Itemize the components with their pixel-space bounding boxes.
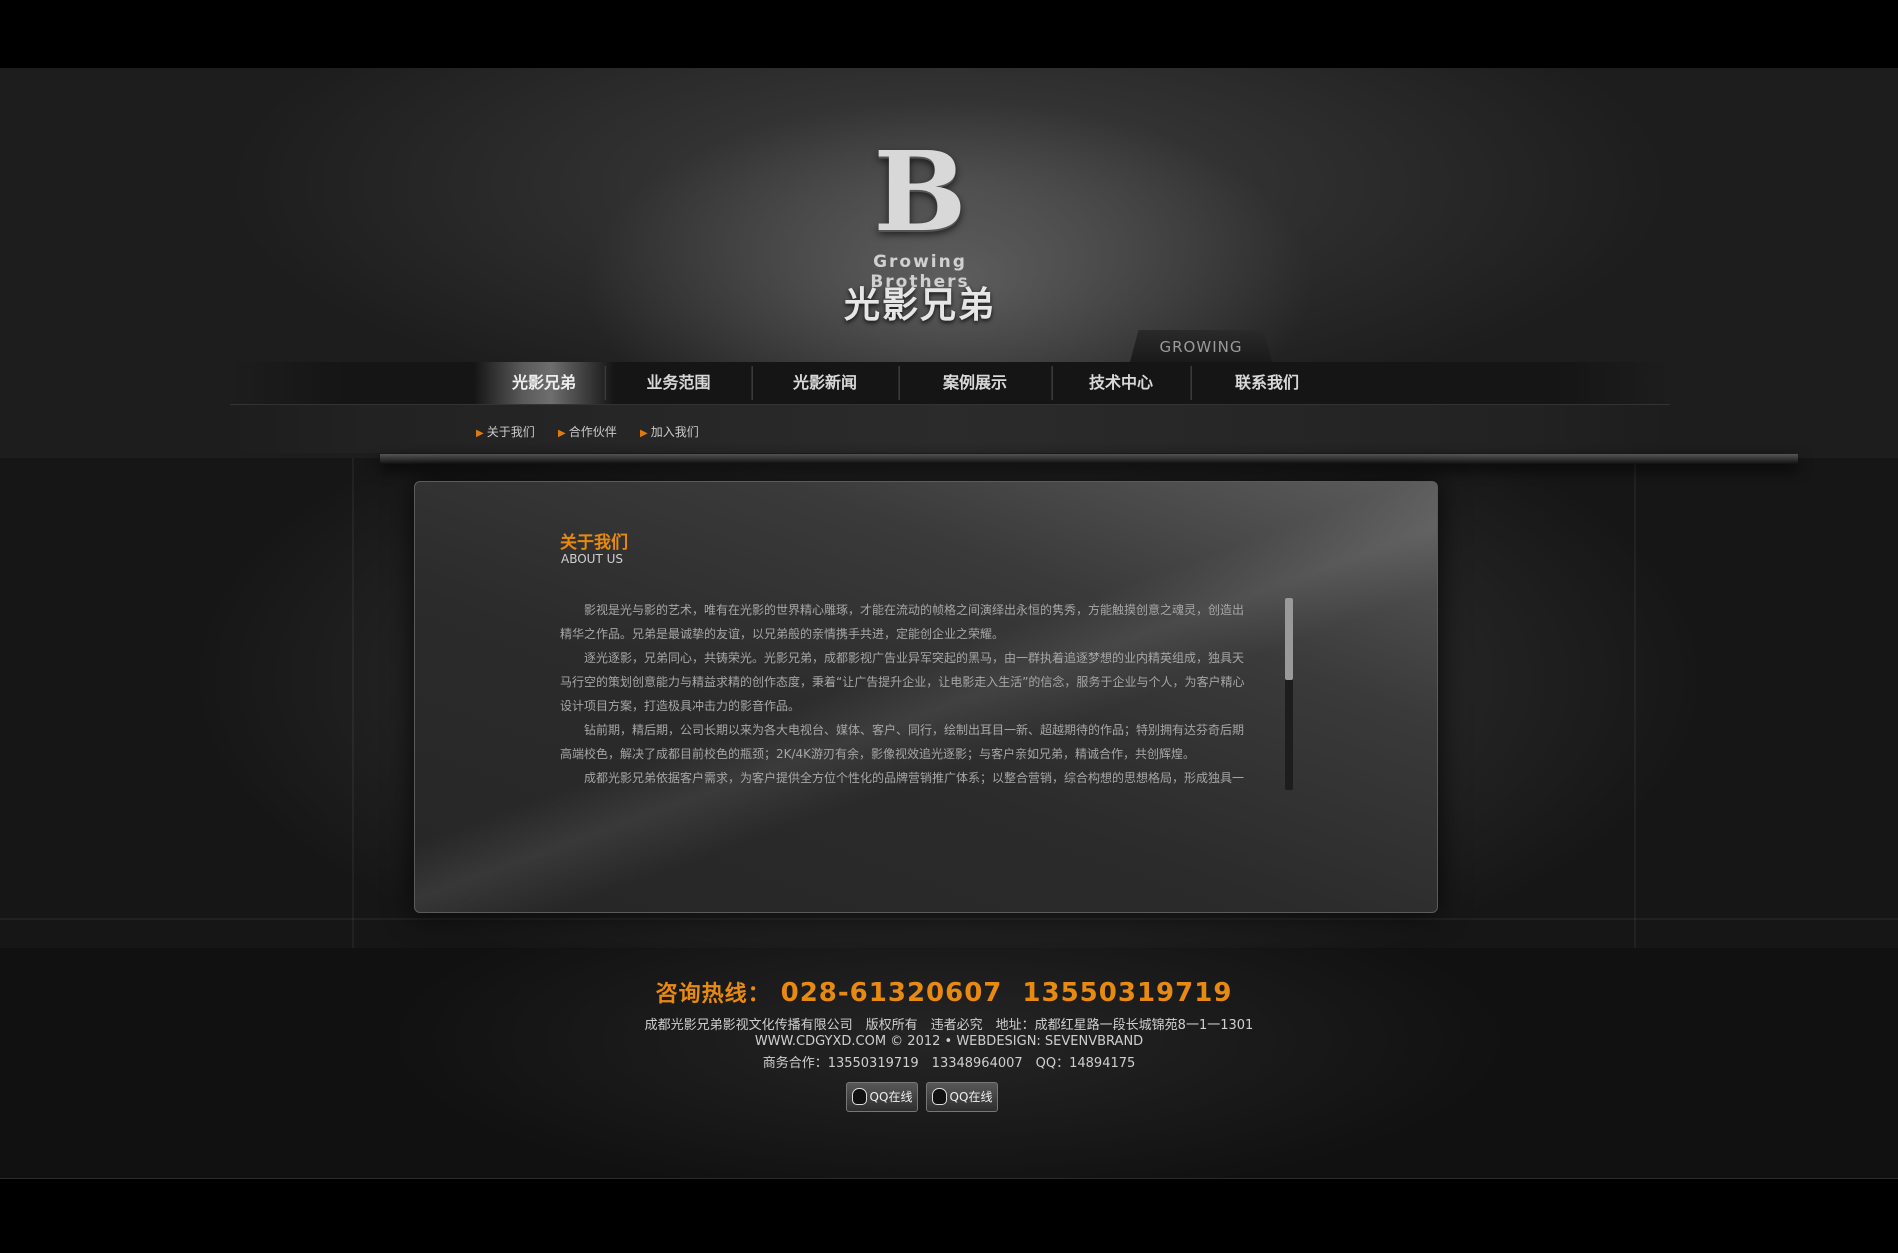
scrollbar-thumb[interactable]	[1285, 598, 1293, 680]
about-paragraph: 钻前期，精后期，公司长期以来为各大电视台、媒体、客户、同行，绘制出耳目一新、超越…	[560, 723, 1245, 761]
nav-item-home[interactable]: 光影兄弟	[474, 362, 614, 404]
footer-business-contact: 商务合作：13550319719 13348964007 QQ：14894175	[762, 1056, 1136, 1071]
footer-site-credit: WWW.CDGYXD.COM © 2012 • WEBDESIGN: SEVEN…	[754, 1034, 1144, 1049]
nav-item-news[interactable]: 光影新闻	[752, 362, 898, 404]
qq-online-button[interactable]: QQ在线	[846, 1082, 918, 1112]
header-shelf	[380, 454, 1798, 464]
wall-line	[1634, 458, 1636, 948]
subnav-item-about[interactable]: ▶ 关于我们	[476, 423, 535, 440]
logo-chinese-name: 光影兄弟	[843, 285, 996, 326]
arrow-right-icon: ▶	[476, 428, 484, 439]
about-paragraph: 成都光影兄弟依据客户需求，为客户提供全方位个性化的品牌营销推广体系；以整合营销，…	[584, 771, 1245, 785]
bottom-black-bar	[0, 1178, 1898, 1253]
hotline-label: 咨询热线：	[655, 982, 771, 1007]
wall-line	[0, 918, 1898, 920]
about-text-scroll-area[interactable]: 影视是光与影的艺术，唯有在光影的世界精心雕琢，才能在流动的帧格之间演绎出永恒的隽…	[560, 598, 1246, 790]
qq-penguin-icon	[851, 1088, 867, 1105]
nav-item-cases[interactable]: 案例展示	[899, 362, 1051, 404]
footer-company-info: 成都光影兄弟影视文化传播有限公司 版权所有 违者必究 地址：成都红星路一段长城锦…	[644, 1018, 1254, 1033]
top-black-bar	[0, 0, 1898, 68]
qq-penguin-icon	[931, 1088, 947, 1105]
nav-item-tech[interactable]: 技术中心	[1052, 362, 1190, 404]
hotline: 咨询热线： 028-61320607 13550319719	[0, 976, 1898, 1008]
logo-monogram: B	[873, 127, 967, 256]
growing-tab: GROWING	[1130, 330, 1272, 362]
section-title: 关于我们	[560, 533, 628, 553]
about-paragraph: 影视是光与影的艺术，唯有在光影的世界精心雕琢，才能在流动的帧格之间演绎出永恒的隽…	[560, 603, 1245, 641]
nav-item-contact[interactable]: 联系我们	[1191, 362, 1343, 404]
about-paragraph: 逐光逐影，兄弟同心，共铸荣光。光影兄弟，成都影视广告业异军突起的黑马，由一群执着…	[560, 651, 1245, 713]
arrow-right-icon: ▶	[640, 428, 648, 439]
nav-separator	[604, 366, 605, 400]
qq-online-button[interactable]: QQ在线	[926, 1082, 998, 1112]
hotline-number: 13550319719	[1022, 978, 1233, 1008]
wall-line	[352, 458, 354, 948]
nav-item-services[interactable]: 业务范围	[606, 362, 751, 404]
section-subtitle: ABOUT US	[561, 552, 624, 566]
site-logo[interactable]: B Growing Brothers 光影兄弟	[830, 127, 1010, 330]
hotline-number: 028-61320607	[780, 978, 1003, 1008]
arrow-right-icon: ▶	[558, 428, 566, 439]
subnav-item-join[interactable]: ▶ 加入我们	[640, 423, 699, 440]
subnav-item-partners[interactable]: ▶ 合作伙伴	[558, 423, 617, 440]
sub-nav-bar	[230, 405, 1670, 453]
